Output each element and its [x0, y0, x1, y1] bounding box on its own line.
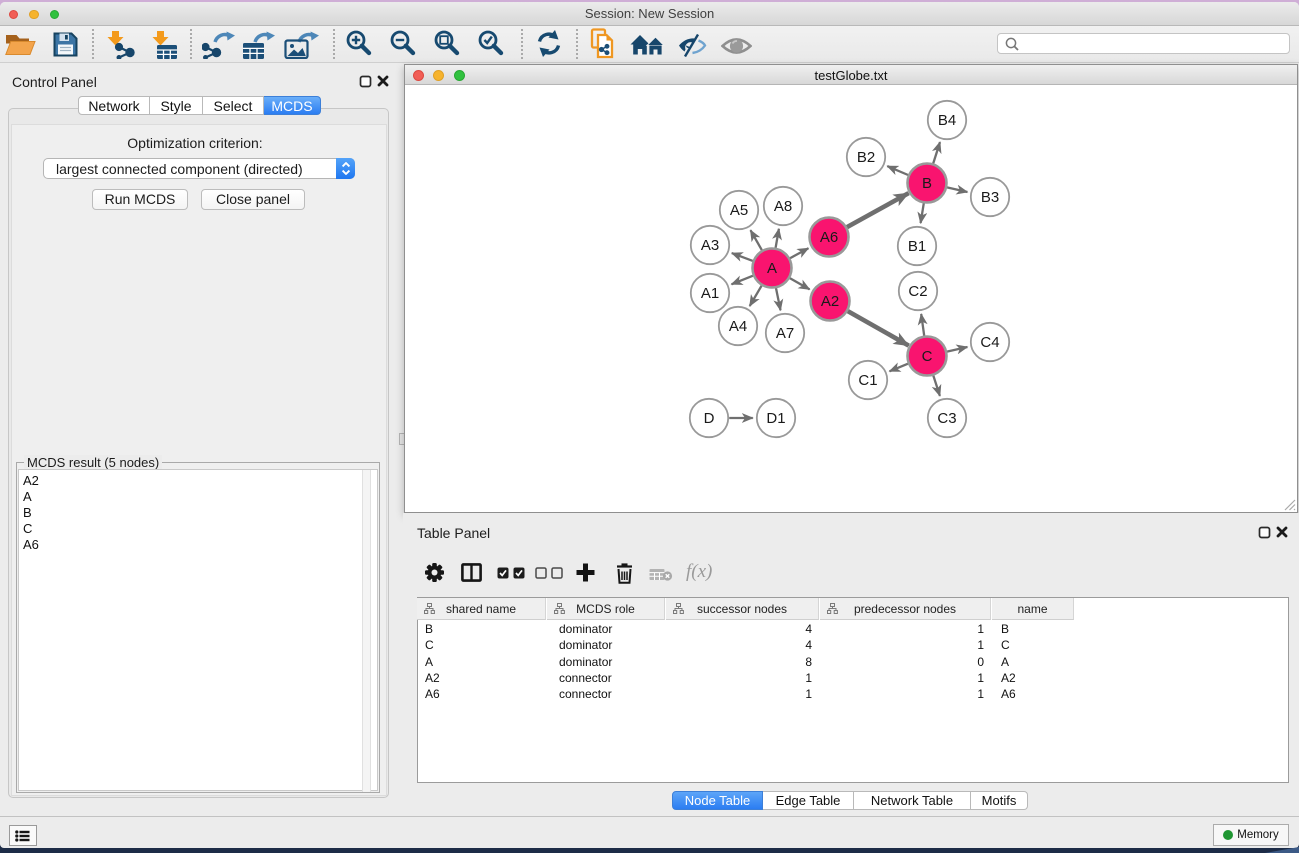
svg-text:C1: C1	[858, 372, 877, 389]
svg-text:B1: B1	[908, 238, 926, 255]
svg-text:A7: A7	[776, 325, 794, 342]
svg-text:C4: C4	[980, 334, 999, 351]
svg-text:A2: A2	[821, 293, 839, 310]
svg-text:A1: A1	[701, 285, 719, 302]
svg-text:C3: C3	[937, 410, 956, 427]
svg-text:A8: A8	[774, 198, 792, 215]
svg-text:C: C	[922, 348, 933, 365]
svg-text:A6: A6	[820, 229, 838, 246]
svg-text:A5: A5	[730, 202, 748, 219]
svg-text:C2: C2	[908, 283, 927, 300]
svg-text:B2: B2	[857, 149, 875, 166]
svg-text:A: A	[767, 260, 777, 277]
svg-text:D: D	[704, 410, 715, 427]
svg-text:D1: D1	[766, 410, 785, 427]
svg-text:A4: A4	[729, 318, 747, 335]
svg-text:B4: B4	[938, 112, 956, 129]
svg-text:B3: B3	[981, 189, 999, 206]
svg-text:B: B	[922, 175, 932, 192]
svg-text:A3: A3	[701, 237, 719, 254]
